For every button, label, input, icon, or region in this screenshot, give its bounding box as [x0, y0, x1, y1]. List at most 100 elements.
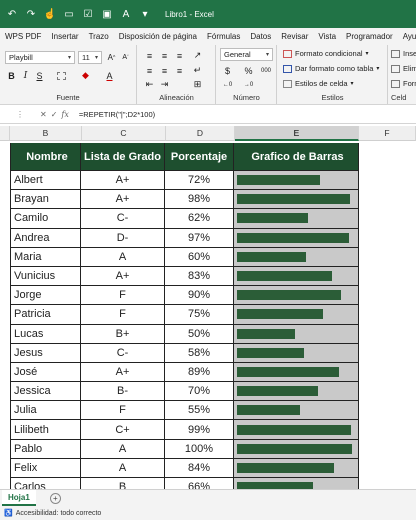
accessibility-status[interactable]: Accesibilidad: todo correcto [16, 510, 102, 517]
tab-ayuda[interactable]: Ayuda [398, 32, 416, 41]
form-icon[interactable]: ▭ [63, 8, 75, 20]
grade-cell[interactable]: A+ [81, 171, 165, 190]
grade-cell[interactable]: A+ [81, 362, 165, 382]
sheet-tab-hoja1[interactable]: Hoja1 [2, 490, 36, 506]
percentage-cell[interactable]: 84% [165, 458, 234, 477]
currency-icon[interactable]: $ [222, 65, 233, 76]
insert-cells-button[interactable]: Inse [391, 49, 416, 58]
name-cell[interactable]: Camilo [10, 209, 81, 228]
grade-cell[interactable]: C+ [81, 420, 165, 439]
cell-styles-button[interactable]: Estilos de celda ▾ [283, 79, 354, 88]
bar-chart-cell[interactable] [234, 362, 359, 382]
decrease-decimal-icon[interactable]: →0 [243, 79, 254, 90]
name-cell[interactable]: Jessica [10, 382, 81, 401]
fill-color-icon[interactable]: ◆ [80, 70, 91, 81]
percent-icon[interactable]: % [243, 65, 254, 76]
bar-chart-cell[interactable] [234, 458, 359, 477]
bar-chart-cell[interactable] [234, 286, 359, 305]
name-cell[interactable]: Julia [10, 401, 81, 420]
grade-cell[interactable]: A [81, 458, 165, 477]
grade-cell[interactable]: B+ [81, 324, 165, 343]
bar-chart-cell[interactable] [234, 190, 359, 209]
image-icon[interactable]: ▣ [101, 8, 113, 20]
percentage-cell[interactable]: 60% [165, 247, 234, 266]
column-header-d[interactable]: D [166, 126, 235, 141]
merge-cells-icon[interactable]: ⊞ [192, 79, 203, 90]
format-as-table-button[interactable]: Dar formato como tabla ▾ [283, 64, 379, 73]
header-nombre[interactable]: Nombre [10, 143, 81, 170]
tab-datos[interactable]: Datos [245, 32, 276, 41]
header-grafico-de-barras[interactable]: Grafico de Barras [234, 143, 359, 170]
align-bottom-icon[interactable]: ≡ [174, 50, 185, 61]
percentage-cell[interactable]: 50% [165, 324, 234, 343]
bold-icon[interactable]: B [6, 70, 17, 81]
font-color-icon[interactable]: A [104, 70, 115, 81]
name-cell[interactable]: Albert [10, 171, 81, 190]
column-header-b[interactable]: B [10, 126, 82, 141]
tab-disposicion[interactable]: Disposición de página [114, 32, 202, 41]
name-cell[interactable]: Jesus [10, 343, 81, 362]
bar-chart-cell[interactable] [234, 382, 359, 401]
grade-cell[interactable]: C- [81, 343, 165, 362]
percentage-cell[interactable]: 97% [165, 228, 234, 247]
name-cell[interactable]: Andrea [10, 228, 81, 247]
format-cells-button[interactable]: Form [391, 79, 416, 88]
grade-cell[interactable]: C- [81, 209, 165, 228]
tab-formulas[interactable]: Fórmulas [202, 32, 245, 41]
bar-chart-cell[interactable] [234, 171, 359, 190]
tab-trazo[interactable]: Trazo [84, 32, 114, 41]
bar-chart-cell[interactable] [234, 343, 359, 362]
comma-style-icon[interactable]: 000 [259, 65, 273, 76]
percentage-cell[interactable]: 58% [165, 343, 234, 362]
increase-indent-icon[interactable]: ⇥ [159, 79, 170, 90]
tab-insertar[interactable]: Insertar [46, 32, 83, 41]
tab-revisar[interactable]: Revisar [276, 32, 313, 41]
header-lista-de-grado[interactable]: Lista de Grado [81, 143, 165, 170]
font-name-select[interactable]: Playbill ▾ [5, 51, 75, 64]
name-cell[interactable]: Jorge [10, 286, 81, 305]
percentage-cell[interactable]: 55% [165, 401, 234, 420]
delete-cells-button[interactable]: Elim [391, 64, 416, 73]
insert-function-icon[interactable]: fx [61, 110, 68, 119]
redo-icon[interactable]: ↷ [25, 8, 37, 20]
orientation-icon[interactable]: ↗ [192, 50, 203, 61]
font-color-icon[interactable]: A [120, 8, 132, 20]
header-porcentaje[interactable]: Porcentaje [165, 143, 234, 170]
add-sheet-icon[interactable]: + [49, 492, 61, 504]
cancel-icon[interactable]: ✕ [40, 110, 47, 119]
percentage-cell[interactable]: 75% [165, 305, 234, 324]
align-center-icon[interactable]: ≡ [159, 65, 170, 76]
grade-cell[interactable]: F [81, 286, 165, 305]
percentage-cell[interactable]: 72% [165, 171, 234, 190]
align-top-icon[interactable]: ≡ [144, 50, 155, 61]
bar-chart-cell[interactable] [234, 420, 359, 439]
align-left-icon[interactable]: ≡ [144, 65, 155, 76]
percentage-cell[interactable]: 83% [165, 266, 234, 286]
name-cell[interactable]: Maria [10, 247, 81, 266]
tab-wps-pdf[interactable]: WPS PDF [0, 32, 46, 41]
tab-programador[interactable]: Programador [341, 32, 398, 41]
column-header-f[interactable]: F [359, 126, 416, 141]
align-right-icon[interactable]: ≡ [174, 65, 185, 76]
bar-chart-cell[interactable] [234, 247, 359, 266]
grade-cell[interactable]: A [81, 439, 165, 458]
grow-font-icon[interactable]: A ^ [106, 52, 117, 63]
enter-icon[interactable]: ✓ [51, 110, 58, 119]
percentage-cell[interactable]: 98% [165, 190, 234, 209]
bar-chart-cell[interactable] [234, 228, 359, 247]
checkbox-icon[interactable]: ☑ [82, 8, 94, 20]
name-cell[interactable]: Pablo [10, 439, 81, 458]
name-cell[interactable]: Brayan [10, 190, 81, 209]
name-cell[interactable]: Felix [10, 458, 81, 477]
bar-chart-cell[interactable] [234, 209, 359, 228]
accessibility-icon[interactable]: ♿ [4, 509, 13, 517]
quick-access-dropdown-icon[interactable]: ▾ [139, 8, 151, 20]
bar-chart-cell[interactable] [234, 305, 359, 324]
grade-cell[interactable]: A+ [81, 266, 165, 286]
column-header-e[interactable]: E [235, 126, 359, 141]
name-cell[interactable]: Lilibeth [10, 420, 81, 439]
name-cell[interactable]: Lucas [10, 324, 81, 343]
select-all-corner[interactable] [0, 126, 10, 141]
grade-cell[interactable]: F [81, 401, 165, 420]
grade-cell[interactable]: B- [81, 382, 165, 401]
